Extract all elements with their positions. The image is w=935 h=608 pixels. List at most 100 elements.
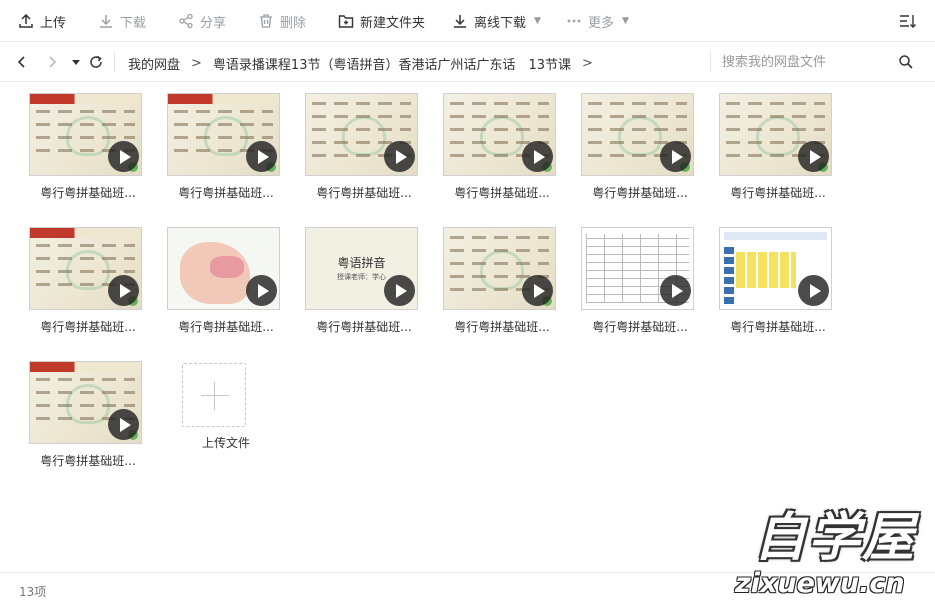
breadcrumb: 我的网盘 > 粤语录播课程13节（粤语拼音）香港话广州话广东话 13节课 > [128, 54, 604, 73]
address-bar: 我的网盘 > 粤语录播课程13节（粤语拼音）香港话广州话广东话 13节课 > [0, 42, 935, 82]
file-item[interactable]: 粤行粤拼基础班... [432, 216, 562, 336]
upload-button[interactable]: 上传 [18, 12, 67, 31]
back-icon[interactable] [14, 54, 30, 70]
more-label: 更多 [588, 15, 615, 31]
file-name[interactable]: 粤行粤拼基础班... [432, 318, 572, 335]
search-input[interactable] [722, 51, 892, 73]
watermark-logo: 自学屋 [754, 508, 917, 568]
video-thumbnail [581, 93, 694, 176]
chevron-down-icon: ▼ [534, 16, 541, 26]
more-button[interactable]: 更多 ▼ [566, 12, 629, 31]
offline-download-button[interactable]: 离线下载 ▼ [452, 12, 541, 31]
file-item[interactable]: 粤行粤拼基础班... [708, 82, 838, 202]
file-item[interactable]: 粤行粤拼基础班... [156, 216, 286, 336]
delete-button[interactable]: 删除 [258, 12, 307, 31]
download-label: 下载 [120, 15, 147, 31]
play-icon[interactable] [660, 141, 691, 172]
play-icon[interactable] [522, 141, 553, 172]
video-thumbnail [443, 227, 556, 310]
forward-icon[interactable] [44, 54, 60, 70]
breadcrumb-folder[interactable]: 粤语录播课程13节（粤语拼音）香港话广州话广东话 13节课 [213, 54, 571, 73]
play-icon[interactable] [798, 275, 829, 306]
file-item[interactable]: 粤语拼音 授课老师：学心 粤行粤拼基础班... [294, 216, 424, 336]
sort-icon[interactable] [899, 13, 917, 29]
video-thumbnail [719, 93, 832, 176]
thumbnail-banner [168, 94, 279, 104]
file-name[interactable]: 粤行粤拼基础班... [708, 318, 848, 335]
share-icon [179, 13, 193, 29]
thumbnail-title: 粤语拼音 [337, 256, 386, 270]
file-name[interactable]: 粤行粤拼基础班... [18, 184, 158, 201]
chevron-right-icon: > [191, 56, 202, 71]
tongue-shape [210, 256, 244, 278]
upload-file-label: 上传文件 [201, 436, 250, 450]
play-icon[interactable] [660, 275, 691, 306]
chevron-right-icon: > [582, 56, 593, 71]
play-icon[interactable] [108, 141, 139, 172]
file-name[interactable]: 粤行粤拼基础班... [18, 452, 158, 469]
share-button[interactable]: 分享 [178, 12, 227, 31]
more-icon [567, 19, 581, 23]
watermark-url: zixuewu.cn [735, 568, 905, 599]
play-icon[interactable] [384, 141, 415, 172]
play-icon[interactable] [522, 275, 553, 306]
file-name[interactable]: 粤行粤拼基础班... [156, 318, 296, 335]
divider [114, 52, 115, 72]
plus-icon[interactable] [182, 363, 246, 427]
new-folder-button[interactable]: 新建文件夹 [338, 12, 426, 31]
upload-label: 上传 [40, 15, 67, 31]
video-thumbnail [29, 93, 142, 176]
play-icon[interactable] [246, 275, 277, 306]
refresh-icon[interactable] [88, 54, 104, 70]
play-icon[interactable] [246, 141, 277, 172]
offline-download-icon [454, 15, 466, 28]
thumbnail-banner [30, 362, 141, 372]
file-name[interactable]: 粤行粤拼基础班... [294, 318, 434, 335]
file-name[interactable]: 粤行粤拼基础班... [570, 184, 710, 201]
new-folder-label: 新建文件夹 [360, 15, 426, 31]
table-header-graphic [724, 232, 827, 240]
file-item[interactable]: 粤行粤拼基础班... [432, 82, 562, 202]
file-item[interactable]: 粤行粤拼基础班... [570, 216, 700, 336]
upload-icon [19, 13, 33, 28]
file-name[interactable]: 粤行粤拼基础班... [156, 184, 296, 201]
delete-label: 删除 [280, 15, 307, 31]
file-name[interactable]: 粤行粤拼基础班... [432, 184, 572, 201]
file-item[interactable]: 粤行粤拼基础班... [18, 82, 148, 202]
file-name[interactable]: 粤行粤拼基础班... [18, 318, 158, 335]
video-thumbnail [443, 93, 556, 176]
file-item[interactable]: 粤行粤拼基础班... [156, 82, 286, 202]
file-name[interactable]: 粤行粤拼基础班... [570, 318, 710, 335]
table-column-graphic [724, 244, 734, 304]
video-thumbnail [305, 93, 418, 176]
search-icon[interactable] [898, 54, 914, 70]
file-name[interactable]: 粤行粤拼基础班... [708, 184, 848, 201]
file-item[interactable]: 粤行粤拼基础班... [18, 350, 148, 470]
thumbnail-banner [30, 228, 141, 238]
upload-file-tile[interactable]: 上传文件 [156, 350, 286, 470]
video-thumbnail [29, 227, 142, 310]
play-icon[interactable] [108, 275, 139, 306]
divider [710, 52, 711, 72]
toolbar: 上传 下载 分享 删除 新建文件夹 离线下载 ▼ 更多 ▼ [0, 0, 935, 42]
play-icon[interactable] [108, 409, 139, 440]
video-thumbnail: 粤语拼音 授课老师：学心 [305, 227, 418, 310]
file-item[interactable]: 粤行粤拼基础班... [294, 82, 424, 202]
file-item[interactable]: 粤行粤拼基础班... [570, 82, 700, 202]
chevron-down-icon: ▼ [622, 16, 629, 26]
item-count: 13项 [19, 585, 47, 599]
share-label: 分享 [200, 15, 227, 31]
file-item[interactable]: 粤行粤拼基础班... [708, 216, 838, 336]
play-icon[interactable] [798, 141, 829, 172]
table-cells-graphic [736, 252, 796, 288]
trash-icon [260, 14, 272, 28]
file-name[interactable]: 粤行粤拼基础班... [294, 184, 434, 201]
video-thumbnail [167, 93, 280, 176]
video-thumbnail [581, 227, 694, 310]
video-thumbnail [167, 227, 280, 310]
play-icon[interactable] [384, 275, 415, 306]
download-button[interactable]: 下载 [98, 12, 147, 31]
file-item[interactable]: 粤行粤拼基础班... [18, 216, 148, 336]
history-dropdown-icon[interactable] [68, 54, 84, 70]
breadcrumb-root[interactable]: 我的网盘 [128, 54, 180, 73]
